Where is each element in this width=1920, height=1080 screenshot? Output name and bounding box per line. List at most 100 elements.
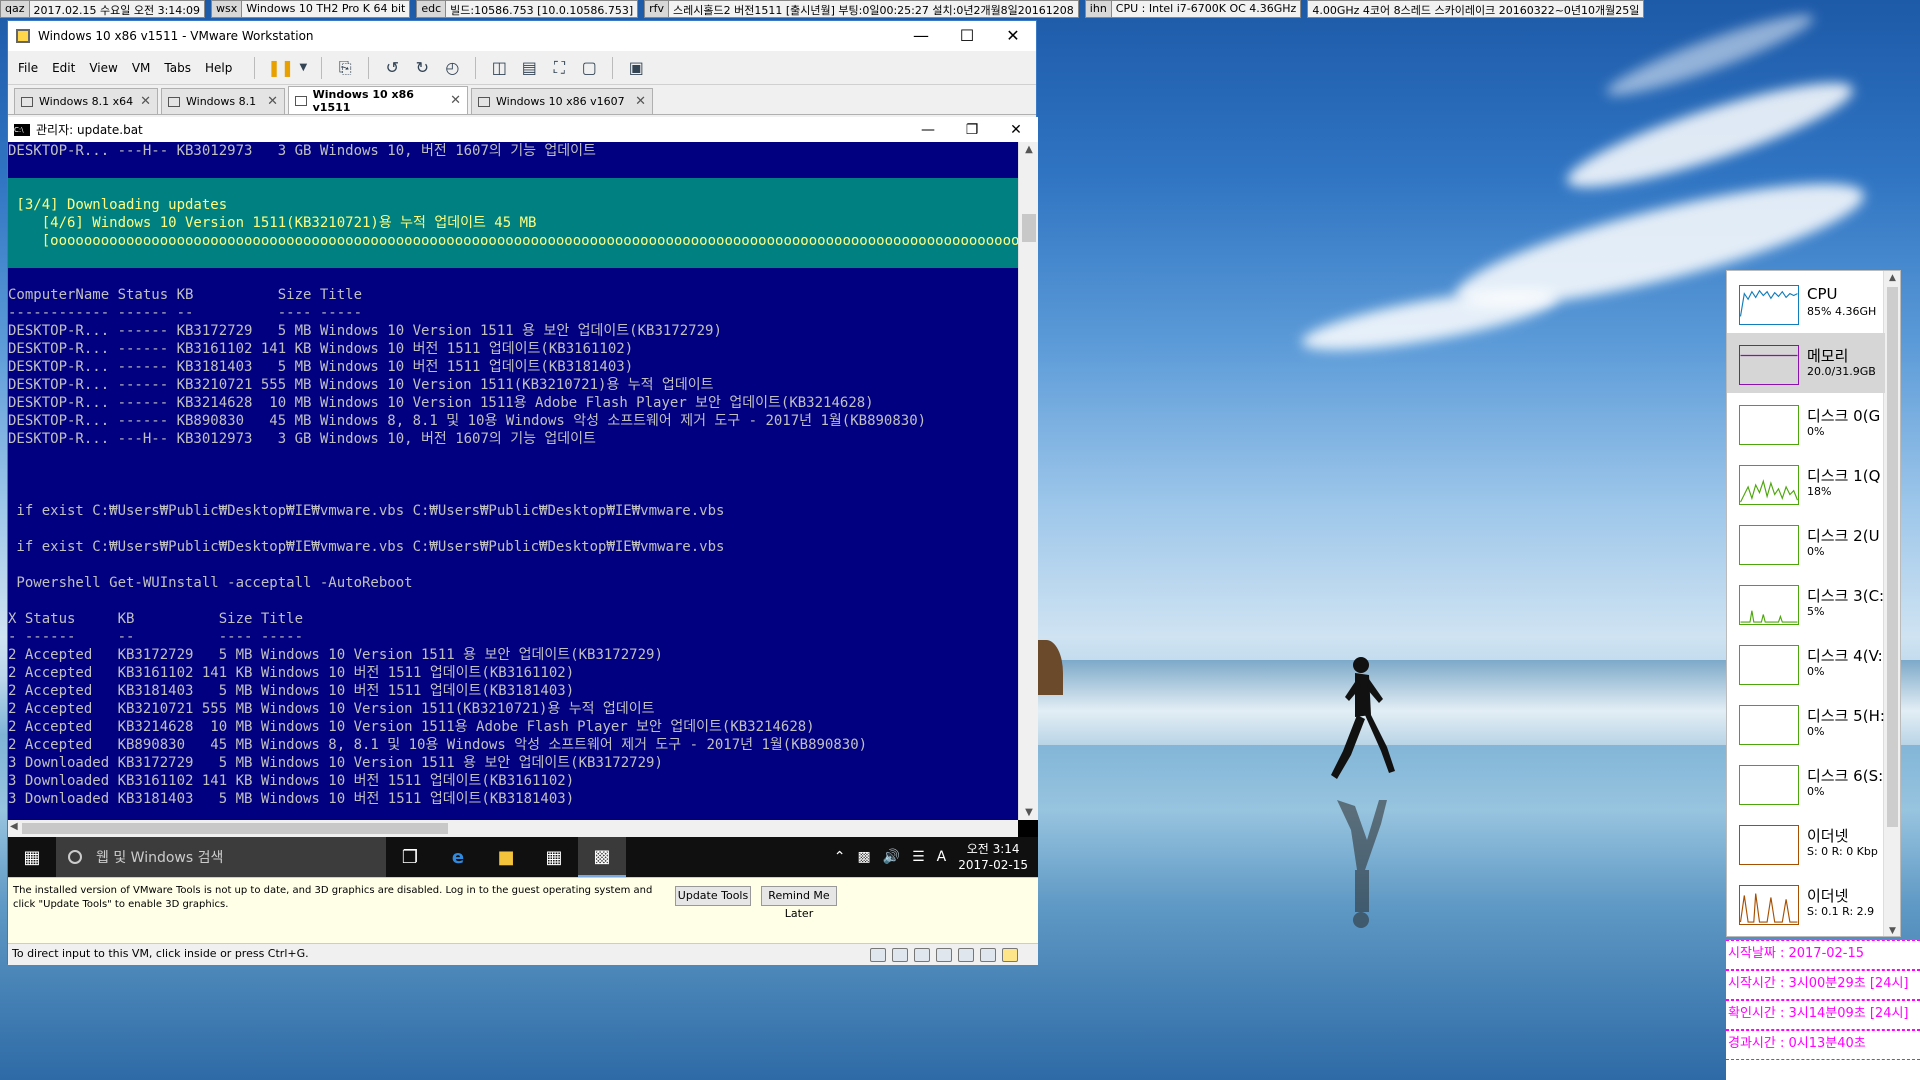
maximize-button[interactable]: ☐	[944, 21, 990, 51]
minimize-button[interactable]: —	[898, 21, 944, 51]
scroll-down-arrow-icon[interactable]: ▼	[1019, 807, 1039, 818]
cloud	[1298, 277, 1562, 363]
suspend-icon[interactable]: ❚❚	[267, 57, 294, 79]
perf-graph	[1739, 885, 1799, 925]
tab-close-icon[interactable]: ✕	[140, 94, 151, 109]
perf-value: 5%	[1807, 605, 1825, 618]
info-segment-wsx: wsx Windows 10 TH2 Pro K 64 bit	[210, 0, 411, 18]
printer-icon[interactable]	[958, 948, 974, 962]
sound-card-icon[interactable]	[980, 948, 996, 962]
windows-logo-icon: ▦	[23, 846, 41, 868]
perf-item[interactable]: CPU 85% 4.36GH	[1727, 273, 1885, 333]
network-adapter-icon[interactable]	[936, 948, 952, 962]
menu-help[interactable]: Help	[205, 61, 232, 75]
console-output[interactable]: DESKTOP-R... ---H-- KB3012973 3 GB Windo…	[8, 142, 1018, 820]
cmd-taskbar-icon[interactable]: ▩	[578, 837, 626, 877]
dropdown-arrow-icon[interactable]: ▼	[297, 57, 309, 79]
scroll-thumb[interactable]	[22, 823, 448, 834]
perf-name: 디스크 0(G	[1807, 407, 1881, 425]
unity-icon[interactable]: ▢	[578, 57, 600, 79]
store-icon[interactable]: ▦	[530, 837, 578, 877]
perf-item[interactable]: 이더넷 S: 0 R: 0 Kbp	[1727, 813, 1885, 873]
menu-tabs[interactable]: Tabs	[164, 61, 191, 75]
menu-view[interactable]: View	[89, 61, 117, 75]
console-line: [4/6] Windows 10 Version 1511(KB3210721)…	[8, 214, 1018, 232]
scroll-up-arrow-icon[interactable]: ▲	[1019, 144, 1039, 155]
tab-windows-8-1[interactable]: Windows 8.1 ✕	[161, 88, 285, 114]
cmd-minimize-button[interactable]: —	[906, 122, 950, 138]
perf-item[interactable]: 디스크 3(C: 5%	[1727, 573, 1885, 633]
console-line: [ooooooooooooooooooooooooooooooooooooooo…	[8, 232, 1018, 250]
vm-tab-icon	[21, 96, 33, 107]
console-vertical-scrollbar[interactable]: ▲ ▼	[1018, 142, 1038, 820]
perf-item[interactable]: 디스크 1(Q 18%	[1727, 453, 1885, 513]
console-line: DESKTOP-R... ------ KB3172729 5 MB Windo…	[8, 323, 722, 339]
search-box[interactable]: 웹 및 Windows 검색	[56, 837, 386, 877]
cmd-close-button[interactable]: ✕	[994, 122, 1038, 138]
scroll-down-arrow-icon[interactable]: ▼	[1884, 926, 1900, 936]
console-line: X Status KB Size Title	[8, 611, 304, 627]
hard-disk-icon[interactable]	[870, 948, 886, 962]
perf-item[interactable]: 메모리 20.0/31.9GB	[1727, 333, 1885, 393]
thumbnail-icon[interactable]: ▤	[518, 57, 540, 79]
tray-overflow-icon[interactable]: ⌃	[834, 849, 846, 865]
snapshot-icon[interactable]: ↺	[381, 57, 403, 79]
cmd-icon: C:\	[14, 123, 30, 136]
tab-label: Windows 10 x86 v1511	[312, 87, 414, 114]
tab-windows-10-x86-v1511[interactable]: Windows 10 x86 v1511 ✕	[288, 86, 468, 114]
guest-screen[interactable]: C:\ 관리자: update.bat — ❐ ✕ DESKTOP-R... -…	[8, 117, 1038, 877]
menu-edit[interactable]: Edit	[52, 61, 75, 75]
menu-file[interactable]: File	[18, 61, 38, 75]
file-explorer-icon[interactable]: ■	[482, 837, 530, 877]
perf-item[interactable]: 이더넷 S: 0.1 R: 2.9	[1727, 873, 1885, 933]
action-center-icon[interactable]: ☰	[912, 849, 925, 865]
performance-scrollbar[interactable]: ▲ ▼	[1883, 271, 1900, 936]
perf-item[interactable]: 디스크 6(S: 0%	[1727, 753, 1885, 813]
menu-vm[interactable]: VM	[132, 61, 151, 75]
close-button[interactable]: ✕	[990, 21, 1036, 51]
perf-item[interactable]: 디스크 2(U 0%	[1727, 513, 1885, 573]
vm-tab-icon	[168, 96, 180, 107]
cmd-restore-button[interactable]: ❐	[950, 122, 994, 138]
cd-dvd-icon[interactable]	[892, 948, 908, 962]
send-ctrl-alt-del-icon[interactable]: ⎘	[334, 57, 356, 79]
start-button[interactable]: ▦	[8, 837, 56, 877]
cd-dvd-icon[interactable]	[914, 948, 930, 962]
revert-snapshot-icon[interactable]: ↻	[411, 57, 433, 79]
perf-item[interactable]: 디스크 0(G 0%	[1727, 393, 1885, 453]
tab-windows-8-1-x64[interactable]: Windows 8.1 x64 ✕	[14, 88, 158, 114]
scroll-up-arrow-icon[interactable]: ▲	[1884, 273, 1900, 283]
library-icon[interactable]: ◫	[488, 57, 510, 79]
message-icon[interactable]	[1002, 948, 1018, 962]
tab-close-icon[interactable]: ✕	[450, 93, 461, 108]
console-line: DESKTOP-R... ------ KB3161102 141 KB Win…	[8, 341, 634, 357]
console-view-icon[interactable]: ▣	[625, 57, 647, 79]
edge-icon[interactable]: e	[434, 837, 482, 877]
perf-value: 0%	[1807, 425, 1825, 438]
perf-item[interactable]: 디스크 4(V: 0%	[1727, 633, 1885, 693]
console-line	[8, 250, 1018, 268]
tab-close-icon[interactable]: ✕	[267, 94, 278, 109]
scroll-thumb[interactable]	[1887, 287, 1898, 827]
tab-windows-10-x86-v1607[interactable]: Windows 10 x86 v1607 ✕	[471, 88, 653, 114]
tab-close-icon[interactable]: ✕	[635, 94, 646, 109]
task-view-icon[interactable]: ❐	[386, 837, 434, 877]
network-icon[interactable]: ▩	[857, 849, 870, 865]
fullscreen-icon[interactable]: ⛶	[548, 57, 570, 79]
console-line: - ------ -- ---- -----	[8, 629, 304, 645]
vm-tab-icon	[295, 95, 307, 106]
scroll-thumb[interactable]	[1022, 214, 1036, 242]
ime-indicator[interactable]: A	[937, 849, 947, 865]
remind-me-later-button[interactable]: Remind Me Later	[761, 886, 837, 920]
snapshot-manager-icon[interactable]: ◴	[441, 57, 463, 79]
update-tools-button[interactable]: Update Tools	[675, 886, 751, 906]
taskbar-clock[interactable]: 오전 3:14 2017-02-15	[958, 841, 1028, 873]
volume-icon[interactable]: 🔊	[883, 849, 900, 865]
perf-item[interactable]: 디스크 5(H: 0%	[1727, 693, 1885, 753]
vmware-title-bar[interactable]: Windows 10 x86 v1511 - VMware Workstatio…	[8, 21, 1036, 51]
console-horizontal-scrollbar[interactable]: ◀	[8, 820, 1018, 837]
scroll-left-arrow-icon[interactable]: ◀	[10, 821, 18, 832]
perf-name: 디스크 3(C:	[1807, 587, 1885, 605]
cmd-title-bar[interactable]: C:\ 관리자: update.bat — ❐ ✕	[8, 117, 1038, 142]
